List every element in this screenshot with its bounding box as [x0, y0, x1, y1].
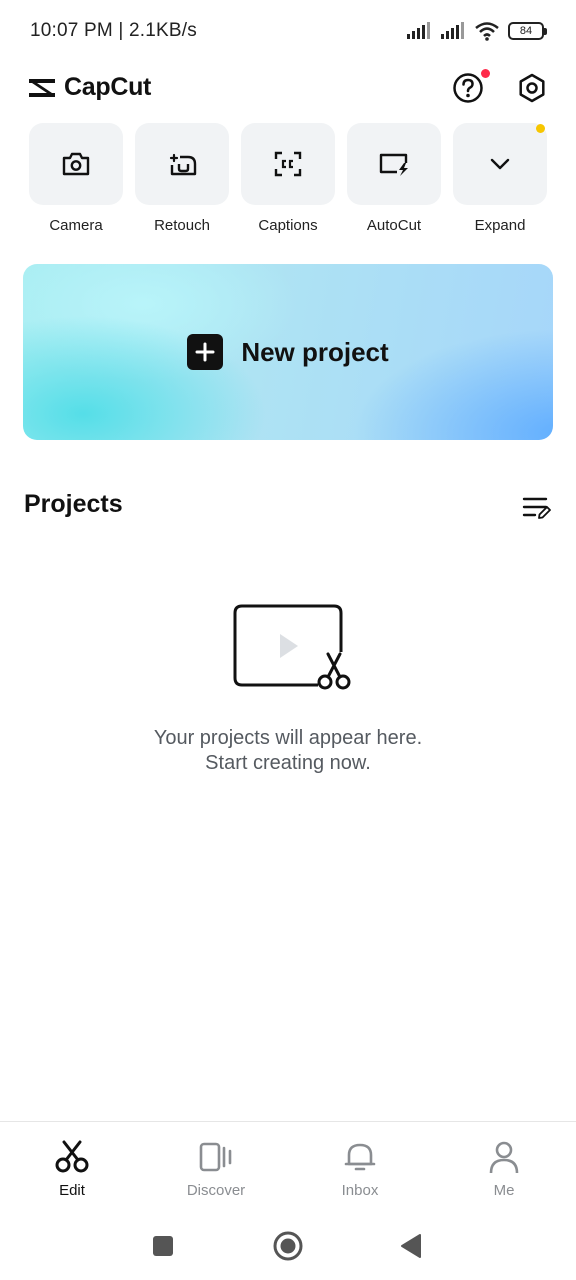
scissors-icon	[55, 1140, 89, 1173]
tool-label: Retouch	[154, 217, 210, 234]
tool-captions[interactable]: Captions	[241, 123, 335, 234]
help-icon	[453, 73, 483, 103]
bottom-nav: Edit Discover Inbox Me	[0, 1121, 576, 1211]
retouch-icon	[169, 153, 197, 176]
nav-label: Me	[493, 1182, 515, 1199]
app-logo: CapCut	[26, 73, 151, 102]
list-edit-icon	[522, 497, 551, 519]
status-icons: 84	[406, 20, 547, 42]
settings-button[interactable]	[514, 70, 550, 106]
home-circle-icon	[273, 1231, 303, 1261]
captions-icon	[274, 151, 302, 177]
camera-icon	[62, 152, 90, 176]
chevron-down-icon	[490, 158, 510, 170]
battery-icon: 84	[508, 22, 547, 40]
tool-label: Captions	[258, 217, 318, 234]
nav-label: Edit	[59, 1182, 85, 1199]
tool-label: Camera	[49, 217, 103, 234]
tool-autocut-box[interactable]	[347, 123, 441, 205]
empty-projects-message: Your projects will appear here. Start cr…	[0, 726, 576, 776]
video-scissors-icon	[233, 604, 351, 690]
tool-autocut[interactable]: AutoCut	[347, 123, 441, 234]
empty-message-line2: Start creating now.	[205, 752, 371, 774]
tool-camera-box[interactable]	[29, 123, 123, 205]
nav-edit[interactable]: Edit	[22, 1138, 122, 1199]
status-time: 10:07 PM | 2.1KB/s	[30, 20, 197, 41]
wifi-icon	[475, 22, 499, 41]
app-name: CapCut	[64, 73, 152, 101]
tool-expand-box[interactable]	[453, 123, 547, 205]
tool-retouch[interactable]: Retouch	[135, 123, 229, 234]
autocut-icon	[379, 153, 408, 176]
home-button[interactable]	[271, 1229, 305, 1263]
capcut-logo-icon	[29, 78, 55, 97]
app-header: CapCut	[0, 62, 576, 114]
nav-inbox[interactable]: Inbox	[310, 1138, 410, 1199]
manage-projects-button[interactable]	[520, 493, 552, 523]
tool-retouch-box[interactable]	[135, 123, 229, 205]
notification-dot	[481, 69, 490, 78]
empty-projects-illustration	[232, 602, 356, 694]
nav-discover[interactable]: Discover	[166, 1138, 266, 1199]
projects-heading: Projects	[24, 490, 123, 518]
tool-captions-box[interactable]	[241, 123, 335, 205]
signal-icon	[407, 22, 430, 39]
plus-icon	[187, 334, 224, 370]
status-bar: 10:07 PM | 2.1KB/s 84	[0, 0, 576, 62]
new-project-button[interactable]: New project	[23, 264, 553, 440]
back-button[interactable]	[394, 1229, 428, 1263]
tool-expand[interactable]: Expand	[453, 123, 547, 234]
tool-label: Expand	[474, 217, 526, 234]
bell-icon	[344, 1143, 376, 1171]
new-project-label: New project	[241, 336, 389, 367]
tools-row: Camera Retouch Captions AutoCut Expand	[0, 123, 576, 243]
empty-message-line1: Your projects will appear here.	[153, 727, 423, 749]
tool-label: AutoCut	[366, 217, 422, 234]
nav-me[interactable]: Me	[454, 1138, 554, 1199]
nav-label: Discover	[186, 1182, 246, 1199]
discover-icon	[199, 1142, 232, 1172]
signal-icon	[441, 22, 464, 39]
system-nav-bar	[0, 1211, 576, 1280]
person-icon	[489, 1141, 519, 1174]
back-triangle-icon	[401, 1234, 421, 1258]
expand-new-dot	[536, 124, 545, 133]
recents-button[interactable]	[146, 1229, 180, 1263]
settings-icon	[519, 73, 545, 103]
nav-label: Inbox	[341, 1182, 379, 1199]
square-icon	[153, 1236, 173, 1256]
help-button[interactable]	[450, 69, 490, 106]
tool-camera[interactable]: Camera	[29, 123, 123, 234]
battery-level: 84	[519, 25, 533, 37]
